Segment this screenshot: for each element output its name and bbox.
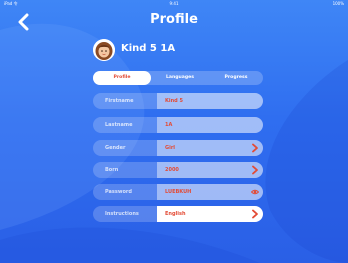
tab-progress[interactable]: Progress	[209, 71, 263, 85]
tab-bar: Profile Languages Progress	[93, 71, 263, 85]
battery-indicator: 100%	[332, 1, 344, 6]
status-bar: iPad 令 9:41 100%	[0, 0, 348, 8]
avatar-girl-icon	[93, 39, 115, 61]
lastname-label: Lastname	[93, 117, 157, 133]
instructions-selector[interactable]: English	[157, 206, 263, 222]
password-field[interactable]: LUEBKUH	[157, 184, 263, 200]
tab-languages[interactable]: Languages	[151, 71, 209, 85]
gender-label: Gender	[93, 140, 157, 156]
firstname-value: Kind 5	[165, 98, 183, 104]
eye-icon[interactable]	[251, 188, 259, 196]
instructions-value: English	[165, 211, 186, 217]
password-value: LUEBKUH	[165, 189, 192, 195]
chevron-right-icon	[252, 165, 258, 175]
firstname-field[interactable]: Kind 5	[157, 93, 263, 109]
gender-selector[interactable]: Girl	[157, 140, 263, 156]
firstname-label: Firstname	[93, 93, 157, 109]
born-value: 2000	[165, 167, 179, 173]
instructions-label: Instructions	[93, 206, 157, 222]
status-time: 9:41	[169, 1, 179, 6]
page-title: Profile	[150, 12, 198, 27]
screen: iPad 令 9:41 100% Profile Kind 5 1A Profi…	[0, 0, 348, 263]
born-selector[interactable]: 2000	[157, 162, 263, 178]
lastname-field[interactable]: 1A	[157, 117, 263, 133]
chevron-right-icon	[252, 209, 258, 219]
born-label: Born	[93, 162, 157, 178]
chevron-right-icon	[252, 143, 258, 153]
gender-value: Girl	[165, 145, 175, 151]
lastname-value: 1A	[165, 122, 173, 128]
password-label: Password	[93, 184, 157, 200]
tab-profile[interactable]: Profile	[93, 71, 151, 85]
avatar	[93, 39, 115, 61]
user-name: Kind 5 1A	[121, 43, 176, 54]
